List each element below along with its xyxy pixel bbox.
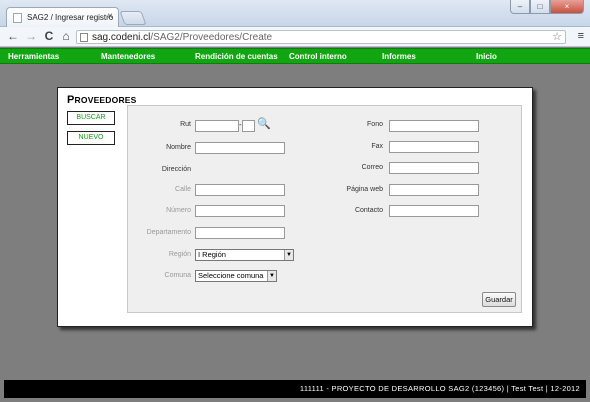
departamento-input[interactable] — [195, 227, 285, 239]
nav-informes[interactable]: Informes — [382, 52, 416, 61]
search-icon[interactable]: 🔍 — [257, 119, 271, 130]
nuevo-button[interactable]: NUEVO — [67, 131, 115, 145]
browser-menu-icon[interactable]: ≡ — [578, 30, 584, 42]
address-bar[interactable]: sag.codeni.cl/SAG2/Proveedores/Create ☆ — [76, 30, 566, 44]
home-icon[interactable]: ⌂ — [59, 29, 73, 43]
page-icon — [80, 33, 88, 42]
tab-close-icon[interactable]: × — [107, 11, 113, 22]
footer-text: 111111 - PROYECTO DE DESARROLLO SAG2 (12… — [299, 384, 580, 393]
browser-toolbar: ← → C ⌂ sag.codeni.cl/SAG2/Proveedores/C… — [0, 27, 590, 47]
nav-control-interno[interactable]: Control interno — [289, 52, 347, 61]
direccion-label: Dirección — [161, 166, 191, 173]
region-label: Región — [168, 251, 191, 258]
region-dropdown-icon[interactable]: ▼ — [284, 250, 293, 260]
reload-icon[interactable]: C — [42, 29, 56, 43]
calle-label: Calle — [175, 186, 191, 193]
correo-input[interactable] — [389, 162, 479, 174]
region-selected-value: I Región — [198, 250, 226, 259]
proveedores-panel: PROVEEDORES BUSCAR NUEVO Rut - 🔍 Nombre … — [57, 87, 533, 327]
minimize-button[interactable]: – — [510, 0, 530, 14]
contacto-label: Contacto — [354, 207, 383, 214]
correo-label: Correo — [361, 164, 383, 171]
bookmark-star-icon[interactable]: ☆ — [552, 30, 562, 43]
rut-label: Rut — [180, 121, 191, 128]
url-host: sag.codeni.cl — [92, 32, 151, 43]
nav-inicio[interactable]: Inicio — [476, 52, 497, 61]
page-title-initial: P — [67, 94, 75, 106]
departamento-label: Departamento — [146, 229, 191, 236]
footer-bar: 111111 - PROYECTO DE DESARROLLO SAG2 (12… — [4, 380, 586, 398]
calle-input[interactable] — [195, 184, 285, 196]
browser-tab[interactable]: SAG2 / Ingresar registro × — [6, 7, 119, 28]
comuna-select[interactable]: Seleccione comuna ▼ — [195, 270, 277, 282]
address-url: sag.codeni.cl/SAG2/Proveedores/Create — [92, 32, 272, 43]
page-title-rest: ROVEEDORES — [74, 95, 137, 105]
maximize-button[interactable]: □ — [530, 0, 550, 14]
url-path: /SAG2/Proveedores/Create — [150, 32, 273, 43]
comuna-label: Comuna — [164, 272, 191, 279]
page-favicon-icon — [13, 13, 22, 23]
pagina-web-label: Página web — [346, 186, 383, 193]
tab-title: SAG2 / Ingresar registro — [27, 13, 114, 22]
nav-mantenedores[interactable]: Mantenedores — [101, 52, 155, 61]
fax-input[interactable] — [389, 141, 479, 153]
close-window-button[interactable]: × — [550, 0, 584, 14]
rut-dv-input[interactable] — [242, 120, 255, 132]
nombre-label: Nombre — [166, 144, 191, 151]
comuna-selected-value: Seleccione comuna — [198, 271, 264, 280]
nav-rendicion-de-cuentas[interactable]: Rendición de cuentas — [195, 52, 278, 61]
buscar-button[interactable]: BUSCAR — [67, 111, 115, 125]
comuna-dropdown-icon[interactable]: ▼ — [267, 271, 276, 281]
numero-label: Número — [166, 207, 191, 214]
fono-label: Fono — [367, 121, 383, 128]
numero-input[interactable] — [195, 205, 285, 217]
forward-icon[interactable]: → — [24, 29, 38, 43]
pagina-web-input[interactable] — [389, 184, 479, 196]
nav-herramientas[interactable]: Herramientas — [8, 52, 59, 61]
fono-input[interactable] — [389, 120, 479, 132]
region-select[interactable]: I Región ▼ — [195, 249, 294, 261]
main-nav: Herramientas Mantenedores Rendición de c… — [0, 48, 590, 64]
contacto-input[interactable] — [389, 205, 479, 217]
window-controls: – □ × — [510, 0, 584, 16]
nombre-input[interactable] — [195, 142, 285, 154]
fax-label: Fax — [371, 143, 383, 150]
proveedor-form: Rut - 🔍 Nombre Dirección Calle Número De… — [127, 105, 522, 313]
rut-input[interactable] — [195, 120, 239, 132]
new-tab-button[interactable] — [119, 11, 147, 25]
window-titlebar: SAG2 / Ingresar registro × – □ × — [0, 0, 590, 28]
back-icon[interactable]: ← — [6, 29, 20, 43]
guardar-button[interactable]: Guardar — [482, 292, 516, 307]
